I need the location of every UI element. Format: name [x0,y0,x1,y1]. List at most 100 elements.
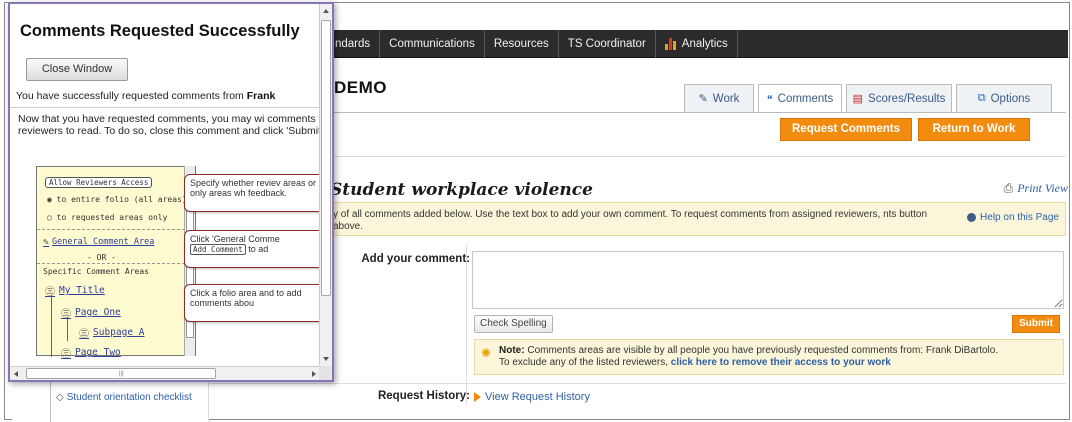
print-view-link[interactable]: ⎙ Print View [1004,181,1068,196]
request-comments-button[interactable]: Request Comments [780,118,912,141]
play-triangle-icon [474,392,481,402]
tree-item-subpage-a: ㊂ Subpage A [79,325,144,340]
form-column-divider [466,245,467,405]
popup-content: Comments Requested Successfully Close Wi… [10,4,320,364]
tab-options-label: Options [990,92,1031,105]
close-window-button[interactable]: Close Window [26,58,128,81]
return-to-work-button[interactable]: Return to Work [918,118,1030,141]
page-heading: Student workplace violence [330,180,593,200]
nav-item-ts-coordinator[interactable]: TS Coordinator [559,29,656,58]
callout-folio-area: Click a folio area and to add comments a… [184,284,320,322]
comment-bubble-icon: ◇ [56,392,64,403]
tab-work[interactable]: ✎ Work [684,84,754,112]
specific-comment-areas-label: Specific Comment Areas [43,267,149,276]
popup-divider [10,107,320,108]
reviewer-name: Frank [246,90,276,102]
top-navigation: ndards Communications Resources TS Coord… [326,29,1068,58]
callout-access: Specify whether reviev areas or only are… [184,174,320,212]
options-icon: ⧉ [977,92,986,104]
add-comment-label: Add your comment: [361,253,470,265]
sidebar-item-label: Student orientation checklist [66,392,192,403]
tab-options[interactable]: ⧉ Options [956,84,1052,112]
submit-button[interactable]: Submit [1012,315,1060,333]
inner-divider [37,263,185,264]
nav-item-resources[interactable]: Resources [485,29,559,58]
nav-item-standards[interactable]: ndards [326,29,381,58]
scroll-thumb[interactable]: ||| [26,368,216,379]
tree-item-label: Subpage A [93,327,145,338]
scroll-up-icon[interactable] [323,9,329,13]
popup-horizontal-scrollbar[interactable]: ||| [10,366,320,380]
allow-reviewers-access-button: Allow Reviewers Access [45,177,153,188]
scroll-thumb[interactable] [321,20,331,296]
sidebar: ◇ Student orientation checklist [12,380,208,422]
scores-icon: ▤ [852,93,864,105]
request-history-label: Request History: [377,390,470,402]
radio-requested-areas-label: to requested areas only [56,213,168,222]
scroll-left-icon[interactable] [14,371,18,377]
info-bar: y of all comments added below. Use the t… [326,202,1066,236]
section-divider [334,156,1066,157]
success-prefix: You have successfully requested comments… [16,90,244,102]
tree-item-page-two: ㊂ Page Two [61,345,121,360]
general-comment-area: ✎ General Comment Area [43,237,154,248]
general-comment-area-label: General Comment Area [52,237,155,247]
lightbulb-icon: ✺ [481,346,492,360]
or-separator: - OR - [87,253,116,262]
popup-instructions: Now that you have requested comments, yo… [18,113,320,137]
view-request-history-link[interactable]: View Request History [474,391,590,403]
nav-item-analytics[interactable]: Analytics [656,29,738,58]
tree-item-page-one: ㊂ Page One [61,305,121,320]
remove-access-link[interactable]: click here to remove their access to you… [671,357,891,368]
tree-line [67,317,68,341]
comment-textarea[interactable] [472,251,1064,309]
tab-work-label: Work [712,92,740,105]
tab-comments[interactable]: ❝ Comments [758,84,842,113]
tab-bar: ✎ Work ❝ Comments ▤ Scores/Results ⧉ Opt… [680,84,1052,113]
help-link-label: Help on this Page [980,212,1059,223]
form-row-divider [208,383,1066,384]
tree-line [51,295,52,357]
comment-circle-icon: ㊂ [45,287,55,298]
pencil-icon: ✎ [698,93,708,105]
radio-entire-folio: ◉ to entire folio (all areas) [47,195,187,204]
nav-item-communications[interactable]: Communications [380,29,485,58]
tree-item-label: Page One [75,307,121,318]
check-spelling-button[interactable]: Check Spelling [474,315,553,333]
instruction-screenshot: Allow Reviewers Access ◉ to entire folio… [36,166,320,360]
bar-chart-icon [664,37,677,50]
help-icon [967,213,977,222]
note-box: ✺ Note: Comments areas are visible by al… [474,339,1064,375]
note-body-2: To exclude any of the listed reviewers, [499,357,668,368]
comments-requested-popup: Comments Requested Successfully Close Wi… [8,2,334,382]
add-comment-mini-button: Add Comment [190,244,246,255]
note-label: Note: [499,345,525,356]
comment-icon: ✎ [43,237,50,248]
scroll-down-icon[interactable] [323,357,329,361]
tab-comments-label: Comments [777,93,834,105]
sidebar-item-student-orientation[interactable]: ◇ Student orientation checklist [56,392,206,403]
tabs-divider [334,112,1066,113]
tab-scores-label: Scores/Results [868,92,946,105]
callout-general-comment: Click 'General Comme Add Comment to ad [184,230,320,268]
view-request-history-label: View Request History [485,391,590,403]
scroll-right-icon[interactable] [312,371,316,377]
comment-form: Add your comment: Check Spelling Submit … [208,245,1066,422]
popup-title: Comments Requested Successfully [20,22,300,40]
comment-circle-icon: ㊂ [61,309,71,320]
popup-vertical-scrollbar[interactable] [319,4,332,366]
inner-divider [37,229,185,230]
print-view-label: Print View [1017,181,1068,195]
radio-entire-folio-label: to entire folio (all areas) [56,195,187,204]
note-text: Note: Comments areas are visible by all … [499,345,1059,369]
instruction-panel: Allow Reviewers Access ◉ to entire folio… [36,166,196,360]
popup-success-message: You have successfully requested comments… [16,90,275,102]
callout-general-text: Click 'General Comme [190,234,280,244]
tree-item-my-title: ㊂ My Title [45,283,105,298]
printer-icon: ⎙ [1003,181,1014,195]
note-body: Comments areas are visible by all people… [527,345,999,356]
help-link[interactable]: Help on this Page [967,212,1059,223]
sidebar-tree-line [50,380,51,422]
tab-scores[interactable]: ▤ Scores/Results [846,84,952,112]
tree-item-label: My Title [59,285,105,296]
